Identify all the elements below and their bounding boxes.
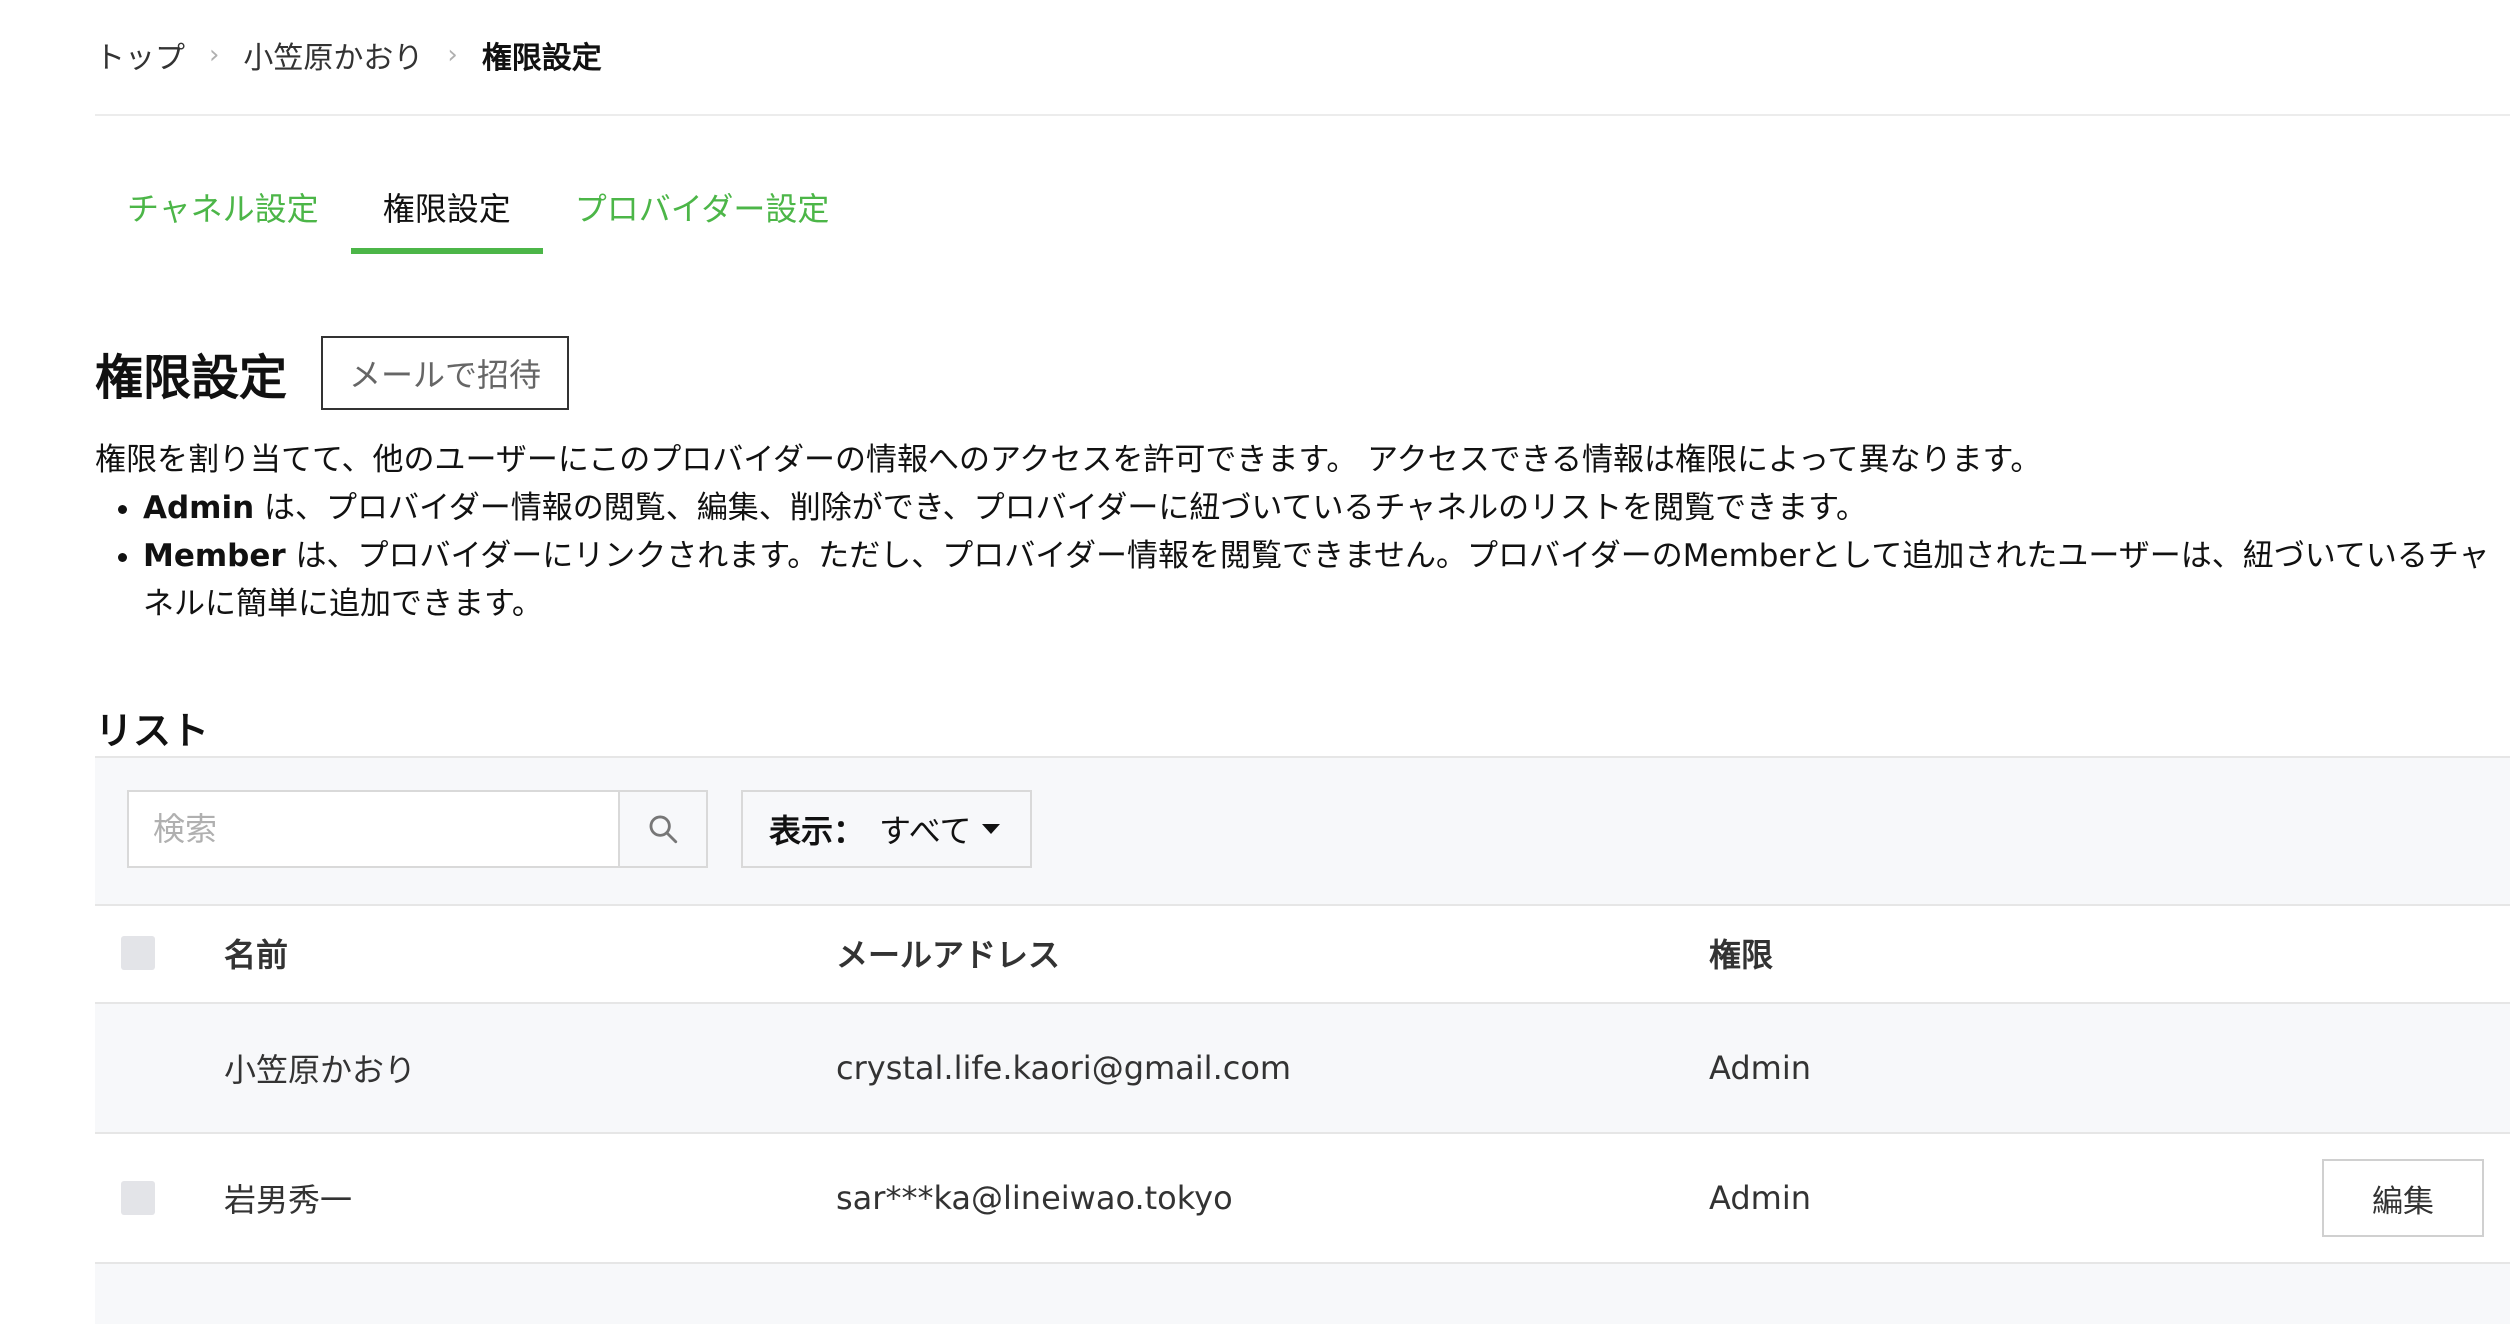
tab-bar: チャネル設定 権限設定 プロバイダー設定 [95,170,861,254]
breadcrumb-item-provider[interactable]: 小笠原かおり [243,33,423,77]
member-table: 名前 メールアドレス 権限 小笠原かおり crystal.life.kaori@… [95,904,2510,1324]
permission-description: 権限を割り当てて、他のユーザーにこのプロバイダーの情報へのアクセスを許可できます… [95,436,2510,628]
invite-by-email-button[interactable]: メールで招待 [321,336,570,410]
tab-permission-settings[interactable]: 権限設定 [350,170,543,254]
table-row: 小笠原かおり crystal.life.kaori@gmail.com Admi… [95,1004,2510,1134]
breadcrumb: トップ › 小笠原かおり › 権限設定 [95,30,602,80]
search-icon [649,815,678,844]
filter-value: すべて [879,812,972,850]
role-term: Member [143,538,286,574]
column-header-name: 名前 [224,936,289,974]
chevron-right-icon: › [447,40,458,70]
role-item-member: Member は、プロバイダーにリンクされます。ただし、プロバイダー情報を閲覧で… [143,532,2510,628]
member-name: 小笠原かおり [224,1051,417,1089]
column-header-email: メールアドレス [836,936,1061,974]
row-checkbox-cell [121,1134,155,1262]
filter-label: 表示： [769,812,866,850]
page-title: 権限設定 [95,350,288,406]
role-text: は、プロバイダーにリンクされます。ただし、プロバイダー情報を閲覧できません。プロ… [143,538,2490,622]
select-all-checkbox[interactable] [121,936,155,970]
member-email: crystal.life.kaori@gmail.com [836,1049,1292,1087]
role-list: Admin は、プロバイダー情報の閲覧、編集、削除ができ、プロバイダーに紐づいて… [95,484,2510,628]
member-name: 岩男秀一 [224,1181,353,1219]
page: トップ › 小笠原かおり › 権限設定 チャネル設定 権限設定 プロバイダー設定… [95,0,2510,1324]
description-text: 権限を割り当てて、他のユーザーにこのプロバイダーの情報へのアクセスを許可できます… [95,442,2042,478]
tab-provider-settings[interactable]: プロバイダー設定 [543,170,862,254]
search-button[interactable] [618,792,706,866]
breadcrumb-item-current: 権限設定 [481,41,602,76]
search-box [127,790,708,868]
search-input[interactable] [129,792,618,866]
chevron-right-icon: › [209,40,220,70]
table-row: 岩男秀一 sar***ka@lineiwao.tokyo Admin 編集 [95,1134,2510,1264]
header-checkbox-cell [121,904,155,1002]
breadcrumb-item-top[interactable]: トップ [95,33,185,77]
header-divider [95,114,2510,116]
member-email: sar***ka@lineiwao.tokyo [836,1179,1233,1217]
section-header: 権限設定 メールで招待 [95,336,570,410]
column-header-role: 権限 [1709,936,1774,974]
row-checkbox[interactable] [121,1181,155,1215]
role-text: は、プロバイダー情報の閲覧、編集、削除ができ、プロバイダーに紐づいているチャネル… [254,490,1868,526]
tab-channel-settings[interactable]: チャネル設定 [95,170,351,254]
row-action-cell: 編集 [2322,1134,2484,1262]
list-title: リスト [95,709,210,753]
role-item-admin: Admin は、プロバイダー情報の閲覧、編集、削除ができ、プロバイダーに紐づいて… [143,484,2510,532]
member-role: Admin [1709,1179,1811,1217]
edit-button[interactable]: 編集 [2322,1159,2484,1237]
role-term: Admin [143,490,255,526]
display-filter-dropdown[interactable]: 表示： すべて [741,790,1032,868]
caret-down-icon [981,824,1000,834]
table-footer-area [95,1264,2510,1324]
list-toolbar: 表示： すべて [95,756,2510,906]
table-header-row: 名前 メールアドレス 権限 [95,904,2510,1004]
member-role: Admin [1709,1049,1811,1087]
